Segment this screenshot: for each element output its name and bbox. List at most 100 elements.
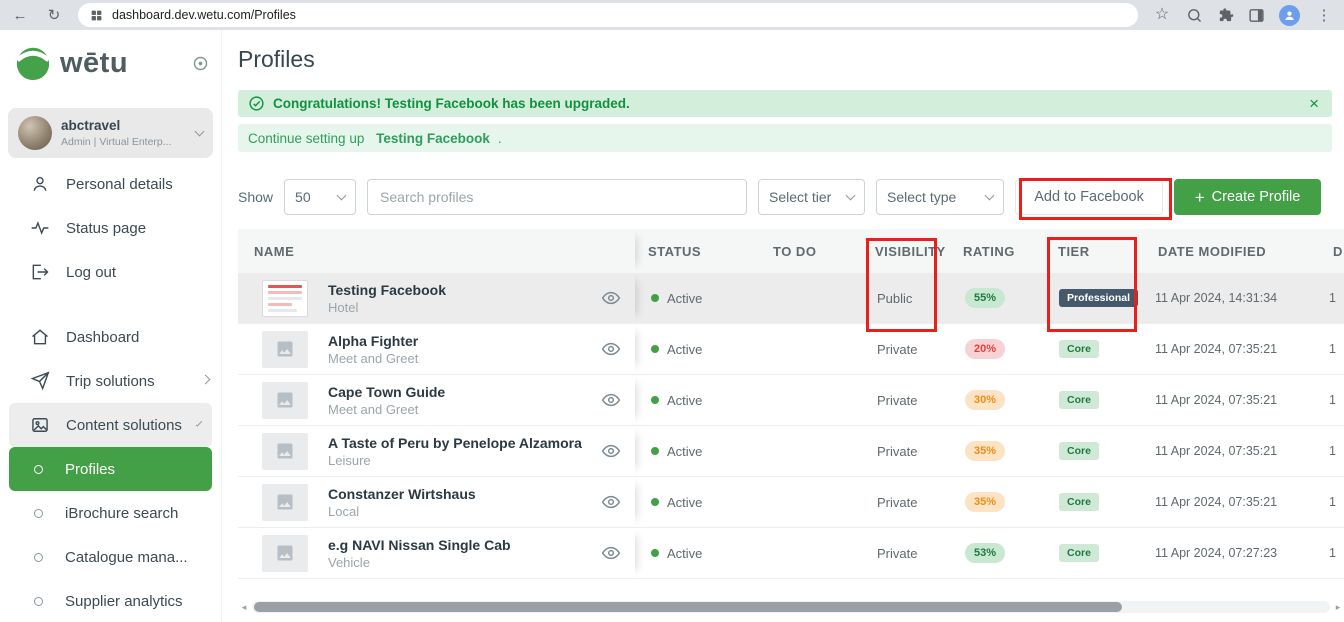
search-lens-icon[interactable]	[1186, 7, 1203, 24]
target-icon[interactable]	[192, 55, 209, 72]
type-select[interactable]: Select type	[876, 179, 1004, 215]
date-created-cut-cell: 1	[1320, 342, 1344, 356]
back-icon[interactable]: ←	[10, 8, 30, 23]
extensions-puzzle-icon[interactable]	[1217, 7, 1234, 24]
header-date-modified[interactable]: DATE MODIFIED	[1145, 244, 1320, 259]
main-content: Profiles Congratulations! Testing Facebo…	[222, 30, 1344, 622]
status-dot	[651, 396, 659, 404]
table-row[interactable]: e.g NAVI Nissan Single Cab Vehicle Activ…	[238, 528, 1344, 579]
page-size-select[interactable]: 50	[284, 179, 356, 215]
table-row[interactable]: Testing Facebook Hotel Active Public 55%…	[238, 273, 1344, 324]
profile-name: Constanzer Wirtshaus	[328, 486, 476, 502]
status-text: Active	[667, 444, 702, 459]
date-modified-cell: 11 Apr 2024, 07:35:21	[1145, 444, 1320, 458]
sidebar-item-catalogue-management[interactable]: Catalogue mana...	[9, 535, 212, 579]
table-row[interactable]: A Taste of Peru by Penelope Alzamora Lei…	[238, 426, 1344, 477]
header-date-created-cut[interactable]: D	[1320, 244, 1344, 259]
sidebar-item-label: iBrochure search	[65, 505, 178, 522]
sidebar-item-label: Content solutions	[66, 417, 182, 434]
info-banner-text: Continue setting up	[248, 131, 368, 146]
placeholder-image-icon	[262, 535, 308, 572]
bookmark-star-icon[interactable]: ☆	[1152, 7, 1172, 23]
sidebar-item-dashboard[interactable]: Dashboard	[0, 315, 221, 359]
profile-type: Meet and Greet	[328, 402, 445, 417]
sidebar-item-status-page[interactable]: Status page	[0, 206, 221, 250]
status-text: Active	[667, 546, 702, 561]
preview-eye-icon[interactable]	[601, 390, 621, 410]
profile-thumbnail	[262, 280, 308, 317]
search-input[interactable]	[367, 179, 747, 215]
sidebar-item-ibrochure-search[interactable]: iBrochure search	[9, 491, 212, 535]
account-switcher[interactable]: abctravel Admin | Virtual Enterp...	[8, 108, 213, 158]
table-row[interactable]: Cape Town Guide Meet and Greet Active Pr…	[238, 375, 1344, 426]
tier-badge: Core	[1059, 340, 1099, 358]
preview-eye-icon[interactable]	[601, 492, 621, 512]
browser-menu-icon[interactable]: ⋮	[1314, 8, 1334, 23]
rating-badge: 35%	[965, 441, 1005, 461]
sidebar-item-content-solutions[interactable]: Content solutions	[9, 403, 212, 447]
tier-badge: Core	[1059, 391, 1099, 409]
status-dot	[651, 345, 659, 353]
scroll-right-icon[interactable]: ▸	[1332, 602, 1344, 613]
header-tier[interactable]: TIER	[1045, 244, 1145, 259]
create-profile-label: Create Profile	[1212, 189, 1301, 205]
table-row[interactable]: Alpha Fighter Meet and Greet Active Priv…	[238, 324, 1344, 375]
table-row[interactable]: Constanzer Wirtshaus Local Active Privat…	[238, 477, 1344, 528]
horizontal-scrollbar[interactable]: ◂ ▸	[238, 600, 1344, 614]
visibility-cell: Private	[862, 495, 950, 510]
add-to-facebook-button[interactable]: Add to Facebook	[1015, 179, 1163, 215]
header-name[interactable]: NAME	[238, 229, 635, 273]
close-icon[interactable]: ×	[1306, 94, 1322, 114]
preview-eye-icon[interactable]	[601, 441, 621, 461]
preview-eye-icon[interactable]	[601, 543, 621, 563]
chevron-down-icon	[985, 190, 995, 200]
date-modified-cell: 11 Apr 2024, 07:27:23	[1145, 546, 1320, 560]
header-status[interactable]: STATUS	[635, 244, 760, 259]
status-text: Active	[667, 342, 702, 357]
site-settings-icon[interactable]	[90, 9, 103, 22]
visibility-cell: Private	[862, 546, 950, 561]
preview-eye-icon[interactable]	[601, 339, 621, 359]
success-banner: Congratulations! Testing Facebook has be…	[238, 90, 1332, 117]
header-rating[interactable]: RATING	[950, 244, 1045, 259]
status-dot	[651, 549, 659, 557]
table-header-row: NAME STATUS TO DO VISIBILITY RATING TIER…	[238, 229, 1344, 273]
profile-name: e.g NAVI Nissan Single Cab	[328, 537, 511, 553]
status-dot	[651, 294, 659, 302]
browser-profile-avatar[interactable]	[1279, 5, 1300, 26]
sidebar-item-log-out[interactable]: Log out	[0, 250, 221, 294]
scrollbar-track[interactable]	[252, 601, 1330, 613]
address-bar[interactable]: dashboard.dev.wetu.com/Profiles	[78, 3, 1138, 27]
image-icon	[30, 415, 50, 435]
profile-name: A Taste of Peru by Penelope Alzamora	[328, 435, 581, 451]
placeholder-image-icon	[262, 382, 308, 419]
profile-type: Local	[328, 504, 476, 519]
profile-name: Cape Town Guide	[328, 384, 445, 400]
date-modified-cell: 11 Apr 2024, 07:35:21	[1145, 342, 1320, 356]
scrollbar-thumb[interactable]	[254, 602, 1122, 612]
profile-name: Testing Facebook	[328, 282, 446, 298]
side-panel-icon[interactable]	[1248, 7, 1265, 24]
date-modified-cell: 11 Apr 2024, 14:31:34	[1145, 291, 1320, 305]
user-role: Admin | Virtual Enterp...	[61, 136, 172, 148]
scroll-left-icon[interactable]: ◂	[238, 602, 250, 613]
reload-icon[interactable]: ↻	[44, 8, 64, 23]
sidebar-item-trip-solutions[interactable]: Trip solutions	[0, 359, 221, 403]
sidebar-item-personal-details[interactable]: Personal details	[0, 162, 221, 206]
circle-bullet-icon	[34, 553, 43, 562]
header-visibility[interactable]: VISIBILITY	[862, 244, 950, 259]
chevron-down-icon	[195, 126, 205, 136]
profile-type: Hotel	[328, 300, 446, 315]
sidebar-item-profiles[interactable]: Profiles	[9, 447, 212, 491]
create-profile-button[interactable]: + Create Profile	[1174, 179, 1321, 215]
pulse-icon	[30, 218, 50, 238]
header-todo[interactable]: TO DO	[760, 244, 862, 259]
url-text: dashboard.dev.wetu.com/Profiles	[112, 8, 296, 22]
tier-select[interactable]: Select tier	[758, 179, 865, 215]
placeholder-image-icon	[262, 331, 308, 368]
preview-eye-icon[interactable]	[601, 288, 621, 308]
sidebar: wētu abctravel Admin | Virtual Enterp...…	[0, 30, 222, 622]
table-toolbar: Show 50 Select tier Select type Add to F…	[238, 179, 1332, 215]
date-created-cut-cell: 1	[1320, 546, 1344, 560]
sidebar-item-supplier-analytics[interactable]: Supplier analytics	[9, 579, 212, 622]
